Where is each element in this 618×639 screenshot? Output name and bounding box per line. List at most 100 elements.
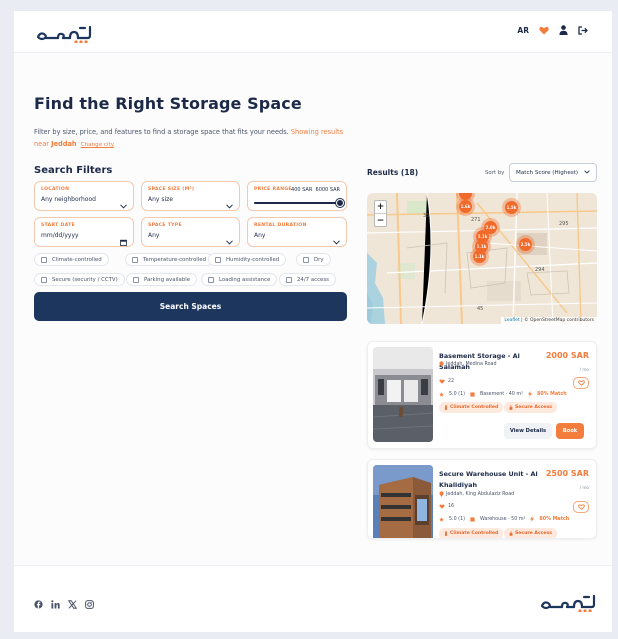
sort-select[interactable]: Match Score (Highest) — [509, 163, 597, 182]
listing-title[interactable]: Secure Warehouse Unit - Al Khalidiyah — [439, 469, 547, 491]
feature-chip-parking[interactable]: Parking available — [126, 273, 198, 286]
footer-logo[interactable] — [540, 592, 596, 616]
checkbox[interactable] — [303, 256, 309, 263]
map-cluster-marker[interactable]: 1.5k — [505, 201, 518, 214]
heart-outline-icon — [577, 380, 585, 386]
road-label: 45 — [477, 306, 484, 312]
location-pin-icon — [439, 361, 444, 367]
heart-outline-icon — [577, 504, 585, 510]
feature-chip-secure[interactable]: Secure (security / CCTV) — [34, 273, 125, 286]
checkbox[interactable] — [208, 276, 214, 283]
listing-card[interactable]: Basement Storage - Al Salamah 2000 SAR /… — [367, 341, 597, 449]
map-attribution: Leaflet | © OpenStreetMap contributors — [501, 317, 597, 324]
road-label: 294 — [535, 267, 545, 273]
start-date-input[interactable]: START DATE mm/dd/yyyy — [34, 217, 134, 247]
view-details-button[interactable]: View Details — [504, 423, 552, 439]
listing-likes: 22 — [439, 379, 454, 384]
listing-photo[interactable] — [373, 465, 433, 538]
thermometer-icon — [444, 405, 448, 410]
road-label: 35 — [423, 213, 430, 219]
star-icon — [439, 516, 444, 522]
search-filters-title: Search Filters — [34, 165, 113, 176]
price-range-labels: 400 SAR 6000 SAR — [291, 187, 340, 193]
location-pin-icon — [439, 491, 444, 497]
language-toggle[interactable]: AR — [517, 26, 529, 35]
rental-duration-select[interactable]: RENTAL DURATION Any — [247, 217, 347, 247]
logo-mark — [540, 594, 596, 613]
results-title: Results (18) — [367, 168, 419, 177]
listing-card[interactable]: Secure Warehouse Unit - Al Khalidiyah 25… — [367, 459, 597, 539]
thermometer-icon — [444, 531, 448, 536]
star-icon — [439, 391, 444, 397]
checkbox[interactable] — [215, 256, 221, 263]
tag-climate: Climate Controlled — [439, 402, 504, 413]
calendar-icon[interactable] — [120, 231, 127, 250]
tag-climate: Climate Controlled — [439, 528, 504, 538]
price-period: / mo — [579, 485, 589, 490]
checkbox[interactable] — [286, 276, 292, 283]
chevron-down-icon — [226, 194, 233, 213]
box-icon — [470, 516, 475, 522]
price-range-track[interactable] — [254, 199, 344, 207]
leaflet-link[interactable]: Leaflet — [504, 318, 519, 323]
price-period: / mo — [579, 367, 589, 372]
header: AR — [14, 11, 612, 53]
chevron-down-icon — [333, 230, 340, 249]
x-icon[interactable] — [68, 600, 77, 609]
listing-meta: 5.0 (1) Warehouse · 50 m² 80% Match — [439, 516, 569, 522]
instagram-icon[interactable] — [85, 600, 94, 609]
listing-photo[interactable] — [373, 347, 433, 442]
bolt-icon — [527, 391, 532, 397]
feature-chip-humidity[interactable]: Humidity-controlled — [208, 253, 287, 266]
checkbox[interactable] — [41, 256, 47, 263]
listing-price: 2500 SAR — [545, 469, 589, 478]
price-range-fill — [254, 202, 340, 204]
warehouse-photo — [373, 465, 433, 538]
price-range-thumb[interactable] — [336, 199, 344, 207]
search-spaces-button[interactable]: Search Spaces — [34, 292, 347, 321]
results-map[interactable]: 35 271 295 294 45 + − Leaflet | © OpenSt… — [367, 193, 597, 324]
checkbox[interactable] — [133, 276, 139, 283]
checkbox[interactable] — [41, 276, 47, 283]
zoom-in-button[interactable]: + — [375, 201, 386, 214]
page-description: Filter by size, price, and features to f… — [34, 128, 344, 148]
feature-chip-loading[interactable]: Loading assistance — [201, 273, 278, 286]
price-range-slider[interactable]: PRICE RANGE 400 SAR 6000 SAR — [247, 181, 347, 211]
map-cluster-marker[interactable]: 1.6k — [459, 200, 472, 213]
zoom-out-button[interactable]: − — [375, 214, 386, 227]
user-icon[interactable] — [559, 25, 568, 35]
listing-likes: 16 — [439, 504, 454, 509]
logo-mark — [36, 25, 92, 44]
social-links — [34, 600, 94, 609]
road-label: 295 — [559, 221, 569, 227]
sort-by-label: Sort by — [485, 170, 505, 176]
linkedin-icon[interactable] — [51, 600, 60, 609]
chevron-down-icon — [120, 194, 127, 213]
feature-chip-climate[interactable]: Climate-controlled — [34, 253, 109, 266]
heart-icon[interactable] — [539, 26, 549, 35]
box-icon — [470, 391, 475, 397]
listing-location: Jeddah, Medina Road — [439, 361, 497, 367]
feature-chip-dry[interactable]: Dry — [296, 253, 331, 266]
space-type-select[interactable]: SPACE TYPE Any — [141, 217, 240, 247]
page-title: Find the Right Storage Space — [34, 94, 302, 113]
book-button[interactable]: Book — [556, 423, 584, 439]
map-cluster-marker[interactable]: 2.5k — [519, 238, 532, 251]
change-city-link[interactable]: Change city — [81, 142, 114, 148]
space-size-select[interactable]: SPACE SIZE (M²) Any size — [141, 181, 240, 211]
bolt-icon — [530, 516, 535, 522]
logout-icon[interactable] — [578, 25, 588, 35]
checkbox[interactable] — [132, 256, 138, 263]
favorite-button[interactable] — [573, 377, 589, 389]
favorite-button[interactable] — [573, 501, 589, 513]
logo[interactable] — [36, 23, 92, 47]
location-select[interactable]: LOCATION Any neighborhood — [34, 181, 134, 211]
lock-icon — [509, 531, 513, 536]
heart-icon — [439, 379, 445, 384]
feature-chip-temperature[interactable]: Temperature-controlled — [125, 253, 214, 266]
page: AR Find the Right Storage Space Filter b… — [14, 11, 612, 632]
facebook-icon[interactable] — [34, 600, 43, 609]
road-label: 271 — [471, 217, 481, 223]
feature-chip-247[interactable]: 24/7 access — [279, 273, 336, 286]
map-cluster-marker[interactable]: 1.1k — [473, 250, 486, 263]
